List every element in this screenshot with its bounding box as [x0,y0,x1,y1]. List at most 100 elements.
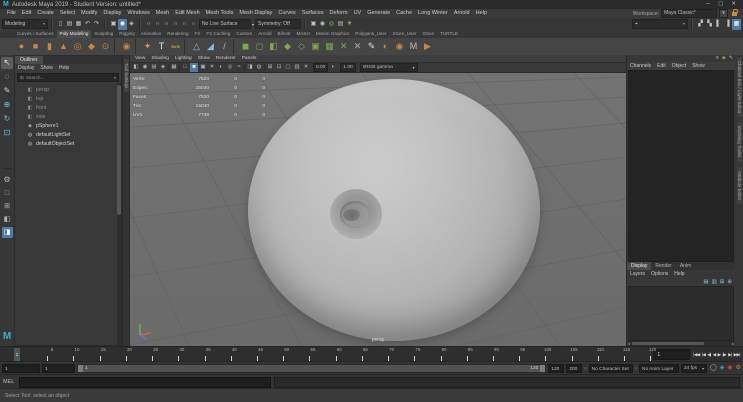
snap-to-grid-icon[interactable]: ∩ [144,19,153,30]
sweep-mesh-icon[interactable]: ✦ [141,40,154,53]
menu-set-dropdown[interactable]: Modeling ▾ [2,19,48,29]
shelf-tab[interactable]: Curves / Surfaces [14,30,57,38]
snap-together-icon[interactable]: ▶ [421,40,434,53]
tool-settings-tab[interactable]: Tool Settings [124,59,129,93]
time-tick[interactable]: 75 [389,347,420,362]
time-tick[interactable]: 100 [520,347,551,362]
transform-entry-field[interactable]: ⌖ ▾ [632,19,688,29]
menu-item[interactable]: Cache [393,9,415,18]
separate-icon[interactable]: ◇ [295,40,308,53]
outliner-menu-item[interactable]: Help [56,64,72,72]
shelf-tab[interactable]: TURTLE [437,30,461,38]
workspace-value[interactable]: Maya Classic* [661,9,717,18]
current-time-field[interactable]: 1 [653,349,691,360]
time-tick[interactable]: 45 [232,347,263,362]
playback-start-field[interactable]: 1 [42,364,75,373]
channel-box-menu-item[interactable]: Show [689,62,708,70]
move-tool[interactable]: ⊕ [1,99,13,111]
gamma-value[interactable]: 1.00 [340,63,356,72]
redo-icon[interactable]: ↷ [92,19,101,30]
menu-item[interactable]: Modify [78,9,100,18]
snap-to-view-plane-icon[interactable]: ∩ [180,19,189,30]
toggle-hypershade-icon[interactable]: ▚ [705,19,714,30]
multi-cut-icon[interactable]: / [218,40,231,53]
outliner-item-defaultobjectset[interactable]: ◍ defaultObjectSet [15,139,121,148]
shelf-tab[interactable]: Animation [138,30,164,38]
minimize-button[interactable]: ─ [706,0,710,9]
menu-item[interactable]: Mesh Tools [203,9,237,18]
poly-disc-icon[interactable]: ⊙ [99,40,112,53]
shelf-tab[interactable]: Bifrost [275,30,294,38]
reduce-icon[interactable]: ✕ [351,40,364,53]
snap-to-projected-center-icon[interactable]: ∩ [171,19,180,30]
poly-plane-icon[interactable]: ◆ [85,40,98,53]
menu-item[interactable]: Mesh Display [236,9,275,18]
outliner-item-front[interactable]: ◧ front [15,103,121,112]
time-tick[interactable]: 55 [284,347,315,362]
snap-to-curve-icon[interactable]: ∩ [153,19,162,30]
toggle-attribute-editor-icon[interactable]: ▐ [723,19,732,30]
smooth-proxy-icon[interactable]: M [407,40,420,53]
range-end-handle[interactable] [540,365,546,372]
time-tick[interactable]: 40 [206,347,237,362]
layer-move-down-icon[interactable]: ▥ [712,279,717,285]
render-settings-icon[interactable]: ▤ [336,19,345,30]
layer-editor-menu-item[interactable]: Help [671,270,687,278]
save-scene-icon[interactable]: ▦ [74,19,83,30]
step-forward-key-button[interactable]: |▶ [723,352,727,358]
layer-editor-menu-item[interactable]: Options [648,270,671,278]
menu-item[interactable]: File [4,9,19,18]
time-tick[interactable]: 90 [468,347,499,362]
new-layer-from-selected-icon[interactable]: ⊕ [727,279,732,285]
menu-item[interactable]: Create [34,9,57,18]
time-tick[interactable]: 30 [153,347,184,362]
layer-editor-tab[interactable]: Display [627,262,652,270]
select-tool[interactable]: ↖ [1,57,13,69]
animation-end-field[interactable]: 200 [566,364,583,373]
shelf-tab[interactable]: Poly Modeling [56,30,92,38]
fill-hole-icon[interactable]: ▦ [323,40,336,53]
step-back-key-button[interactable]: ◀| [707,352,711,358]
toggle-modeling-toolkit-icon[interactable]: ▞ [696,19,705,30]
svg-tool-icon[interactable]: SVG [169,40,182,53]
layout-single-pane[interactable]: □ [2,188,13,199]
image-plane-icon[interactable]: ▦ [170,63,178,72]
shelf-tab[interactable]: Polygons_User [352,30,389,38]
animation-start-field[interactable]: 1 [2,364,40,373]
time-tick[interactable]: 85 [442,347,473,362]
time-tick[interactable]: 70 [363,347,394,362]
character-set-menu-icon[interactable]: ≡ [584,366,586,371]
time-tick[interactable]: 35 [179,347,211,362]
step-forward-frame-button[interactable]: ▶| [728,352,732,358]
character-set-dropdown[interactable]: No Character Set [588,364,633,373]
shadows-icon[interactable]: ◐ [217,63,225,72]
gate-mask-icon[interactable]: ▢ [284,63,292,72]
time-tick[interactable]: 120 [625,347,656,362]
isolate-select-icon[interactable]: ◍ [255,63,263,72]
menu-item[interactable]: Generate [364,9,393,18]
menu-item[interactable]: Long Winter [415,9,451,18]
menu-item[interactable]: Surfaces [299,9,327,18]
time-tick[interactable]: 115 [599,347,630,362]
live-surface-icon[interactable]: △ [190,40,203,53]
light-editor-icon[interactable]: ☀ [345,19,354,30]
safe-action-icon[interactable]: ▥ [293,63,301,72]
time-tick[interactable]: 15 [74,347,106,362]
channel-box-menu-item[interactable]: Object [669,62,689,70]
shelf-tab[interactable]: Custom [233,30,255,38]
select-camera-icon[interactable]: ◧ [132,63,140,72]
outliner-tab[interactable]: Outliner [15,56,43,64]
play-backwards-button[interactable]: ◀ [713,352,716,358]
go-to-end-button[interactable]: ▶▶| [734,352,741,358]
outliner-item-defaultlightset[interactable]: ◍ defaultLightSet [15,130,121,139]
select-object-icon[interactable]: ◉ [118,18,127,30]
anim-layer-menu-icon[interactable]: ≡ [635,366,637,371]
extract-icon[interactable]: ▣ [309,40,322,53]
shelf-tab[interactable]: XGen_User [389,30,419,38]
layer-editor-tab[interactable]: Anim [676,262,695,270]
crease-tool-icon[interactable]: ✎ [365,40,378,53]
select-hierarchy-icon[interactable]: ▣ [109,19,118,30]
live-surface-caret-icon[interactable]: ▾ [252,22,254,27]
go-to-start-button[interactable]: |◀◀ [693,352,700,358]
new-empty-layer-icon[interactable]: ⊞ [720,279,725,285]
